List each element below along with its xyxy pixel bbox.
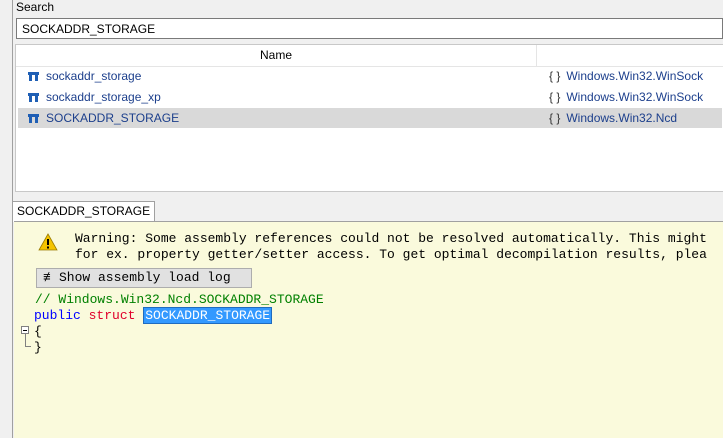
fold-guide: [25, 334, 26, 346]
struct-icon: [28, 114, 39, 123]
log-icon: ≢: [43, 270, 51, 285]
show-assembly-load-log-button[interactable]: ≢ Show assembly load log: [36, 268, 252, 288]
result-namespace: { } Windows.Win32.WinSock: [549, 69, 704, 83]
warning-text-line-1: Warning: Some assembly references could …: [75, 231, 707, 246]
struct-icon: [28, 93, 39, 102]
result-row-selected[interactable]: SOCKADDR_STORAGE { } Windows.Win32.Ncd: [18, 108, 722, 128]
column-header-name[interactable]: Name: [16, 45, 537, 66]
result-name: sockaddr_storage: [46, 69, 142, 83]
warning-icon: [38, 233, 58, 251]
fold-guide-end: [25, 346, 31, 347]
result-name: sockaddr_storage_xp: [46, 90, 161, 104]
keyword-public: public: [34, 308, 81, 323]
tab-sockaddr-storage[interactable]: SOCKADDR_STORAGE: [12, 201, 156, 222]
open-brace: {: [34, 324, 42, 339]
code-declaration: public struct SOCKADDR_STORAGE: [34, 307, 273, 324]
decompiler-view[interactable]: Warning: Some assembly references could …: [14, 221, 723, 438]
result-namespace: { } Windows.Win32.WinSock: [549, 90, 704, 104]
result-namespace: { } Windows.Win32.Ncd: [549, 111, 678, 125]
type-name-highlighted[interactable]: SOCKADDR_STORAGE: [143, 307, 273, 324]
keyword-struct: struct: [88, 308, 136, 323]
results-header: Name: [16, 45, 723, 67]
close-brace: }: [34, 340, 42, 355]
search-label: Search: [16, 0, 55, 14]
struct-icon: [28, 72, 39, 81]
code-comment: // Windows.Win32.Ncd.SOCKADDR_STORAGE: [35, 292, 324, 307]
namespace-icon: { }: [549, 90, 561, 104]
namespace-icon: { }: [549, 111, 561, 125]
warning-text-line-2: for ex. property getter/setter access. T…: [75, 247, 707, 262]
result-row[interactable]: sockaddr_storage { } Windows.Win32.WinSoc…: [18, 66, 722, 86]
search-input[interactable]: [16, 18, 723, 39]
result-row[interactable]: sockaddr_storage_xp { } Windows.Win32.Win…: [18, 87, 722, 107]
search-results-list[interactable]: Name sockaddr_storage { } Windows.Win32.W…: [15, 44, 723, 192]
collapse-toggle-icon[interactable]: [21, 326, 29, 334]
namespace-icon: { }: [549, 69, 561, 83]
result-name: SOCKADDR_STORAGE: [46, 111, 180, 125]
